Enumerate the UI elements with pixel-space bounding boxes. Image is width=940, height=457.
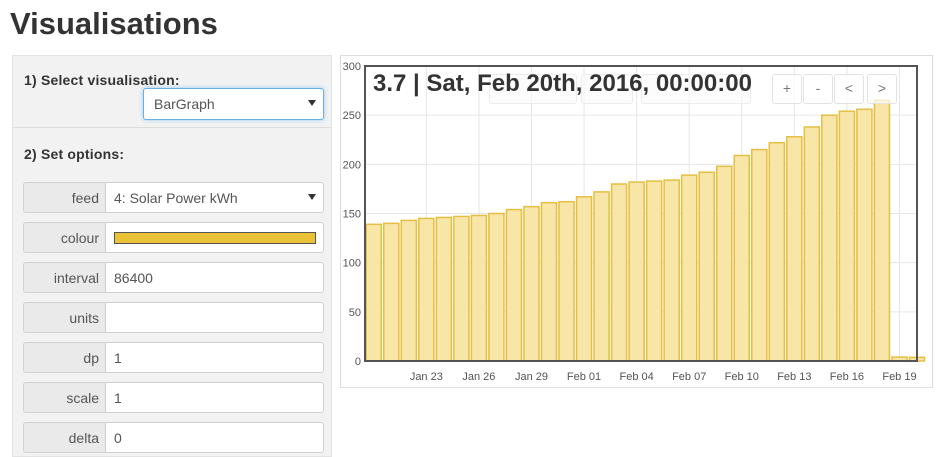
y-tick-label: 50 <box>349 307 361 319</box>
zoom-in-button[interactable]: + <box>772 74 802 104</box>
option-label: delta <box>23 422 105 453</box>
bar <box>523 205 540 362</box>
option-row-feed: feed 4: Solar Power kWh <box>23 182 324 213</box>
dp-input[interactable]: 1 <box>105 342 324 373</box>
feed-select[interactable]: 4: Solar Power kWh <box>105 182 324 213</box>
option-label: scale <box>23 382 105 413</box>
bar <box>540 201 558 362</box>
x-tick-label: Jan 26 <box>462 371 495 383</box>
pan-left-button[interactable]: < <box>834 74 864 104</box>
option-label: colour <box>23 222 105 253</box>
scale-input[interactable]: 1 <box>105 382 324 413</box>
bar <box>663 179 680 362</box>
select-visualisation-heading: 1) Select visualisation: <box>24 72 180 88</box>
bar <box>751 148 768 362</box>
colour-swatch <box>114 232 316 244</box>
x-tick-label: Feb 01 <box>567 371 601 383</box>
x-tick-label: Feb 07 <box>672 371 706 383</box>
bar <box>698 171 715 362</box>
option-label: interval <box>23 262 105 293</box>
option-row-colour: colour <box>23 222 324 253</box>
option-row-delta: delta 0 <box>23 422 324 453</box>
y-tick-label: 0 <box>355 356 361 368</box>
option-row-units: units <box>23 302 324 333</box>
x-tick-label: Feb 10 <box>725 371 759 383</box>
bar <box>400 219 418 362</box>
bar <box>856 108 873 362</box>
option-row-scale: scale 1 <box>23 382 324 413</box>
select-visualisation-section: 1) Select visualisation: BarGraph <box>13 56 331 128</box>
bar <box>453 215 470 362</box>
pan-right-button[interactable]: > <box>867 74 897 104</box>
value-readout: 3.7 | Sat, Feb 20th, 2016, 00:00:00 <box>373 70 752 97</box>
x-tick-label: Jan 29 <box>515 371 548 383</box>
y-tick-label: 200 <box>343 159 361 171</box>
x-tick-label: Feb 13 <box>777 371 811 383</box>
bar <box>838 110 856 362</box>
x-tick-label: Feb 19 <box>882 371 916 383</box>
bar <box>610 183 628 362</box>
x-tick-label: Jan 23 <box>410 371 443 383</box>
bar <box>365 223 383 362</box>
bar <box>768 141 786 362</box>
bar <box>593 191 610 362</box>
bar <box>680 174 698 362</box>
option-label: feed <box>23 182 105 213</box>
bar <box>786 136 803 362</box>
visualisation-select[interactable]: BarGraph <box>143 88 324 120</box>
bar <box>645 180 663 362</box>
option-row-dp: dp 1 <box>23 342 324 373</box>
page-title: Visualisations <box>10 6 218 41</box>
zoom-out-button[interactable]: - <box>803 74 833 104</box>
chevron-down-icon <box>308 100 316 106</box>
visualisation-select-value: BarGraph <box>154 96 215 112</box>
bar <box>733 154 751 362</box>
bar <box>470 214 488 362</box>
options-panel: 1) Select visualisation: BarGraph 2) Set… <box>12 55 332 457</box>
colour-picker[interactable] <box>105 222 324 253</box>
x-tick-label: Feb 16 <box>830 371 864 383</box>
bar <box>418 217 435 362</box>
y-tick-label: 250 <box>343 110 361 122</box>
bar <box>821 114 838 362</box>
bar <box>558 200 575 362</box>
bar <box>628 181 645 362</box>
delta-input[interactable]: 0 <box>105 422 324 453</box>
bar-graph[interactable]: 0 50 100 150 200 250 300 Jan 23 Jan 26 Jan 29 Feb … <box>340 55 933 388</box>
feed-select-value: 4: Solar Power kWh <box>114 190 238 206</box>
option-row-interval: interval 86400 <box>23 262 324 293</box>
bar <box>488 212 505 362</box>
bar-graph-canvas[interactable]: 0 50 100 150 200 250 300 Jan 23 Jan 26 Jan 29 Feb … <box>341 56 934 389</box>
option-label: dp <box>23 342 105 373</box>
y-tick-label: 150 <box>343 209 361 221</box>
bar <box>873 99 891 362</box>
option-label: units <box>23 302 105 333</box>
bar <box>505 208 523 362</box>
chevron-down-icon <box>308 194 316 200</box>
bar <box>715 165 733 362</box>
y-tick-label: 300 <box>343 61 361 73</box>
bar <box>803 126 821 362</box>
units-input[interactable] <box>105 302 324 333</box>
x-tick-label: Feb 04 <box>619 371 653 383</box>
bar <box>575 196 593 362</box>
bar <box>383 222 400 362</box>
bar <box>435 216 453 362</box>
interval-input[interactable]: 86400 <box>105 262 324 293</box>
set-options-heading: 2) Set options: <box>24 146 125 162</box>
y-tick-label: 100 <box>343 258 361 270</box>
